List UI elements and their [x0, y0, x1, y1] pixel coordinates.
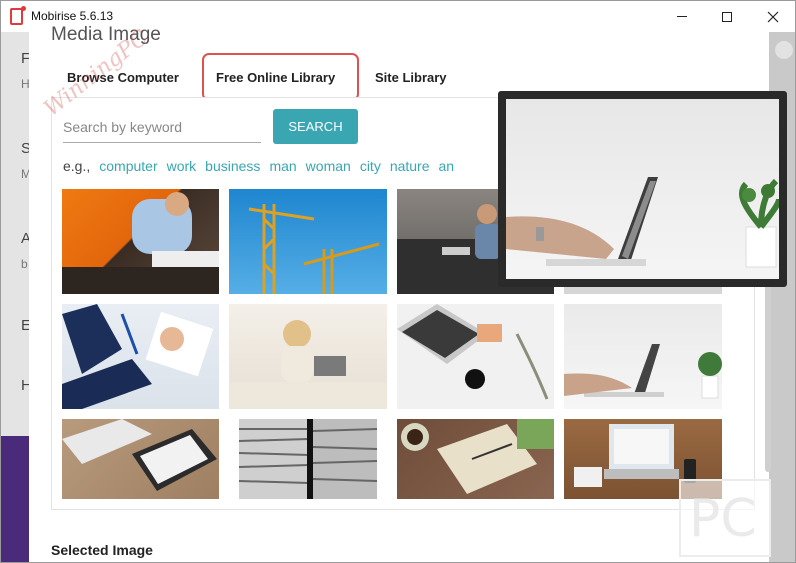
background-sidebar-accent — [1, 436, 29, 562]
thumb-cranes-sky[interactable] — [229, 189, 387, 294]
photo-illustration — [62, 192, 219, 294]
background-text: b — [21, 257, 28, 271]
thumb-man-writing-orange[interactable] — [62, 189, 219, 294]
mobirise-logo-icon — [10, 6, 26, 25]
photo-illustration — [564, 344, 722, 399]
thumb-business-handshake-papers[interactable] — [62, 304, 219, 409]
tab-highlight-box — [202, 53, 359, 101]
keyword-link[interactable]: man — [269, 158, 296, 174]
maximize-icon — [722, 11, 732, 22]
zoomed-photo — [506, 99, 779, 279]
maximize-button[interactable] — [704, 1, 750, 32]
thumb-woman-bed-laptop[interactable] — [229, 304, 387, 409]
selected-image-label: Selected Image — [51, 542, 153, 558]
photo-illustration — [238, 419, 378, 499]
thumb-laptop-flatlay[interactable] — [397, 304, 554, 409]
thumb-hands-laptop-plant[interactable] — [564, 304, 722, 409]
keyword-link[interactable]: an — [439, 158, 455, 174]
background-sidebar: F H S M A b E H — [1, 32, 32, 436]
search-input[interactable] — [63, 112, 261, 143]
background-circle — [775, 41, 793, 59]
keyword-link[interactable]: computer — [99, 158, 157, 174]
thumb-stacked-papers[interactable] — [229, 419, 387, 499]
tab-site-library[interactable]: Site Library — [375, 70, 447, 85]
zoom-preview-overlay — [498, 91, 787, 287]
photo-illustration — [62, 419, 217, 491]
keyword-link[interactable]: business — [205, 158, 260, 174]
watermark-corner: PC — [679, 479, 771, 557]
minimize-button[interactable] — [659, 1, 705, 32]
app-window: F H S M A b E H Mobirise 5.6.13 Media Im… — [0, 0, 796, 563]
search-button[interactable]: SEARCH — [273, 109, 358, 144]
close-button[interactable] — [750, 1, 795, 32]
photo-illustration — [397, 304, 549, 400]
keyword-link[interactable]: city — [360, 158, 381, 174]
thumb-coffee-desk[interactable] — [397, 419, 554, 499]
minimize-icon — [677, 16, 687, 17]
window-title: Mobirise 5.6.13 — [31, 9, 114, 23]
photo-illustration — [248, 204, 380, 294]
watermark-corner-text: PC — [689, 489, 757, 549]
thumb-keyboard-tablet[interactable] — [62, 419, 219, 499]
close-icon — [767, 11, 779, 22]
keyword-link[interactable]: nature — [390, 158, 430, 174]
keyword-link[interactable]: work — [167, 158, 197, 174]
example-keywords: e.g., computer work business man woman city nat… — [63, 158, 454, 174]
photo-illustration — [62, 304, 214, 409]
photo-illustration — [401, 419, 554, 494]
examples-prefix: e.g., — [63, 158, 91, 174]
keyword-link[interactable]: woman — [306, 158, 351, 174]
photo-illustration — [229, 320, 387, 409]
